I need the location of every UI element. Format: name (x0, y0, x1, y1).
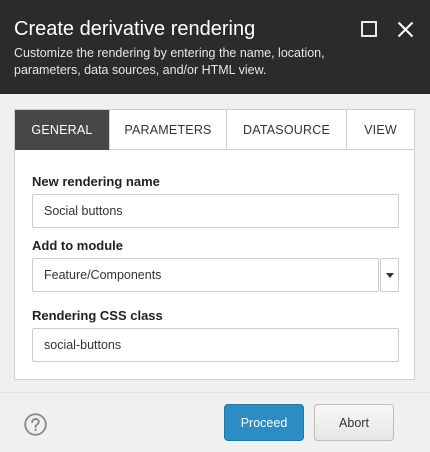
tab-general[interactable]: GENERAL (15, 110, 110, 150)
proceed-button[interactable]: Proceed (224, 404, 304, 441)
rendering-name-input[interactable] (32, 194, 399, 228)
caret-down-icon (385, 272, 394, 278)
css-class-input[interactable] (32, 328, 399, 362)
module-select[interactable]: Feature/Components (32, 258, 399, 292)
dialog-title: Create derivative rendering (14, 18, 256, 40)
dialog-header: Create derivative rendering Customize th… (0, 0, 430, 94)
tab-parameters[interactable]: PARAMETERS (110, 110, 227, 150)
abort-button[interactable]: Abort (314, 404, 394, 441)
maximize-button[interactable] (358, 18, 380, 40)
tab-bar: GENERAL PARAMETERS DATASOURCE VIEW (15, 110, 414, 150)
css-class-label: Rendering CSS class (32, 308, 163, 323)
rendering-name-label: New rendering name (32, 174, 160, 189)
close-icon (397, 21, 413, 37)
help-button[interactable] (24, 413, 47, 436)
tab-panel: GENERAL PARAMETERS DATASOURCE VIEW New r… (14, 109, 415, 380)
maximize-icon (361, 21, 377, 37)
dialog-footer: Proceed Abort (0, 392, 430, 452)
help-icon (24, 413, 47, 436)
dialog-subtitle: Customize the rendering by entering the … (14, 46, 325, 77)
tab-view[interactable]: VIEW (347, 110, 414, 150)
module-label: Add to module (32, 238, 123, 253)
module-select-value[interactable]: Feature/Components (32, 258, 379, 292)
module-dropdown-button[interactable] (380, 258, 399, 292)
tab-datasource[interactable]: DATASOURCE (227, 110, 347, 150)
close-button[interactable] (394, 18, 416, 40)
